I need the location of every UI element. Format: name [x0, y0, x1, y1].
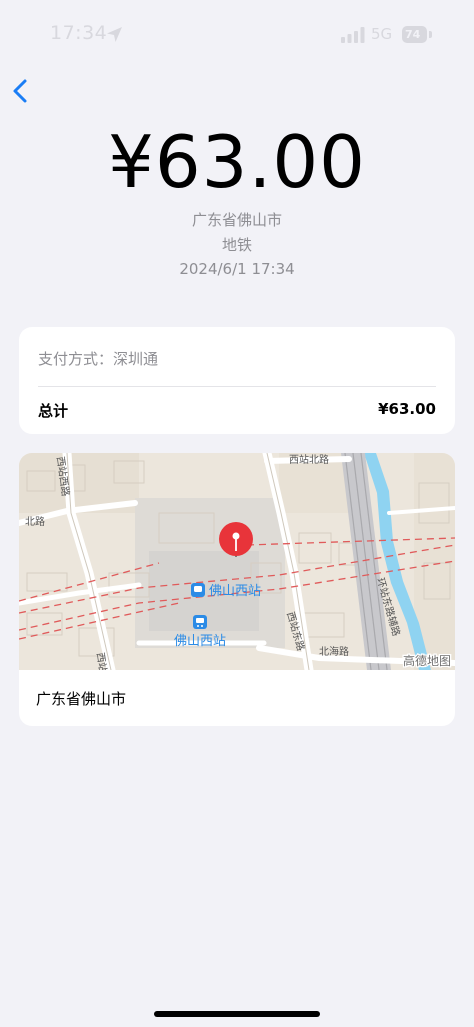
map-metro-label: 佛山西站: [174, 634, 226, 649]
map-road-south: 北海路: [319, 645, 349, 658]
total-value: ¥63.00: [378, 400, 436, 418]
battery-cap: [429, 31, 432, 38]
divider: [38, 386, 436, 387]
signal-icon: [341, 27, 365, 43]
transaction-amount: ¥63.00: [108, 120, 366, 204]
back-button[interactable]: [6, 76, 36, 106]
map-station-label: 佛山西站: [209, 584, 261, 599]
merchant-category: 地铁: [221, 236, 252, 254]
map-road-north: 西站北路: [289, 453, 329, 466]
transaction-datetime: 2024/6/1 17:34: [179, 260, 295, 278]
location-text: 广东省佛山市: [36, 690, 127, 708]
map-road-left-edge: 北路: [25, 515, 45, 528]
payment-method: 支付方式：深圳通: [38, 350, 159, 368]
status-time: 17:34: [50, 22, 108, 44]
home-indicator[interactable]: [154, 1011, 320, 1017]
merchant-region: 广东省佛山市: [191, 211, 282, 229]
location-map[interactable]: 西站北路 北路 北海路 西站西路 西站西路 西站东路 环站东路辅路 佛山西站 佛…: [19, 453, 455, 670]
station-icon: [191, 583, 205, 597]
metro-icon: [193, 615, 207, 629]
battery-level: 74: [405, 28, 421, 41]
battery-icon: 74: [402, 26, 427, 43]
total-label: 总计: [38, 402, 69, 420]
location-arrow-icon: [107, 27, 122, 42]
payment-details-card: 支付方式：深圳通 总计 ¥63.00: [19, 327, 455, 434]
location-card[interactable]: 西站北路 北路 北海路 西站西路 西站西路 西站东路 环站东路辅路 佛山西站 佛…: [19, 453, 455, 726]
map-watermark: 高德地图: [403, 653, 451, 668]
chevron-left-icon: [13, 79, 27, 103]
status-bar: 17:34 5G 74: [0, 0, 474, 70]
network-type: 5G: [371, 25, 393, 43]
